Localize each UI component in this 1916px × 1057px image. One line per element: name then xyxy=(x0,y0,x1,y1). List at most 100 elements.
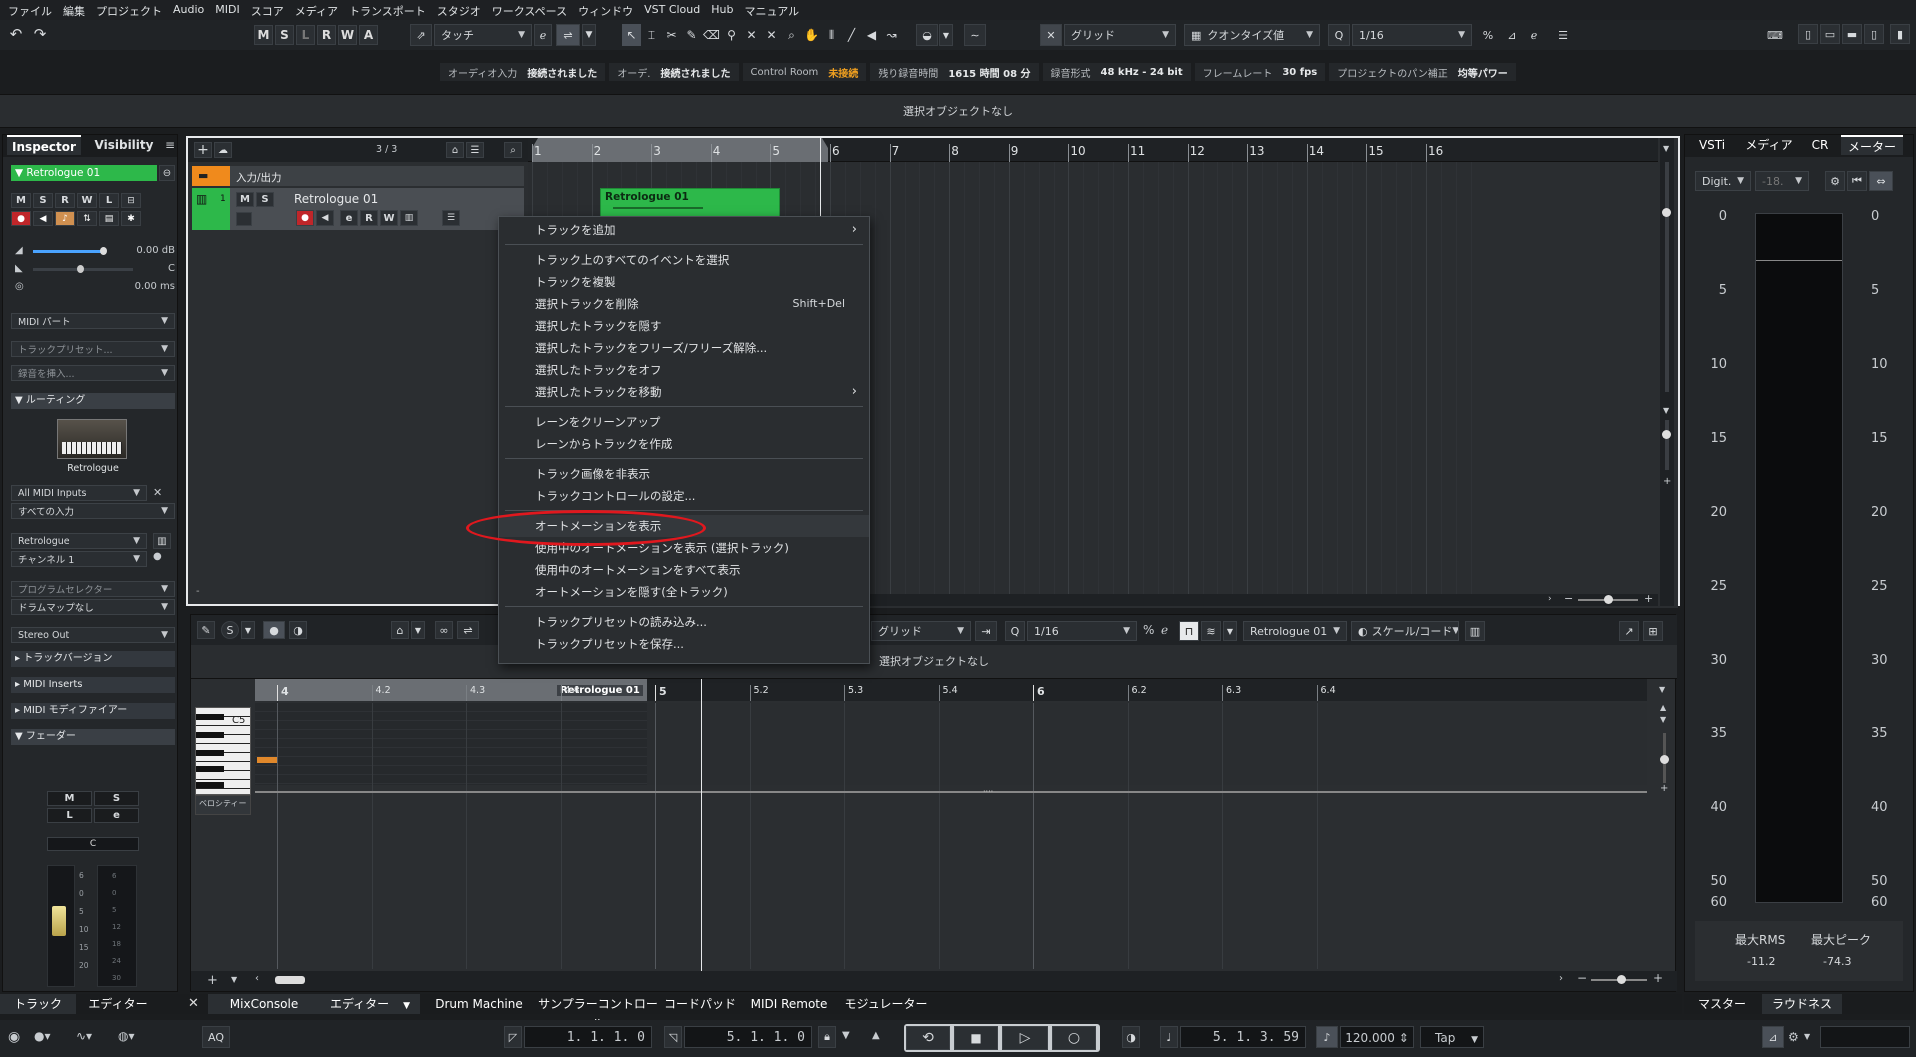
midi-thru-icon[interactable]: ✕ xyxy=(153,486,162,499)
editor-track-dropdown[interactable]: Retrologue 01 ▼ xyxy=(1243,621,1347,641)
zoom-in-horizontal-icon[interactable]: + xyxy=(1644,592,1653,605)
snap-type-dropdown[interactable]: グリッド ▼ xyxy=(1064,24,1176,46)
editor-playhead[interactable] xyxy=(701,679,702,971)
audio-mode-icon[interactable]: ∿▾ xyxy=(76,1029,92,1043)
record-enable-button[interactable]: ● xyxy=(296,210,314,226)
editor-keyboard-icon[interactable]: ▥ xyxy=(1465,621,1485,641)
menu-item-8[interactable]: スタジオ xyxy=(437,3,492,19)
tempo-display[interactable]: 120.000 ⇕ xyxy=(1340,1026,1414,1048)
menu-item-11[interactable]: VST Cloud xyxy=(644,3,711,19)
menu-item-1[interactable]: 編集 xyxy=(63,3,96,19)
instrument-thumbnail[interactable] xyxy=(57,419,127,459)
auto-fades-icon[interactable]: ∼ xyxy=(964,24,986,46)
fader-pan-knob[interactable]: C xyxy=(47,837,139,851)
acoustic-feedback-icon[interactable]: ◑ xyxy=(289,621,307,639)
meter-settings-icon[interactable]: ⚙ xyxy=(1825,171,1845,191)
editor-quantize-icon[interactable]: Q xyxy=(1005,621,1025,641)
lower-zone-tab-6[interactable]: モジュレーター xyxy=(836,994,936,1014)
inspector-l-button[interactable]: L xyxy=(99,193,119,208)
snap-toggle-button[interactable]: ✕ xyxy=(1040,24,1062,46)
editor-quantize-dropdown[interactable]: 1/16 ▼ xyxy=(1027,621,1137,641)
stereo-out-dropdown[interactable]: Stereo Out ▼ xyxy=(11,627,175,643)
editor-scroll-right-icon[interactable]: › xyxy=(1559,973,1563,984)
menu-item-2[interactable]: プロジェクト xyxy=(96,3,173,19)
right-locator-icon[interactable]: ◹ xyxy=(664,1026,682,1048)
inspector-w-button[interactable]: W xyxy=(77,193,97,208)
editor-ruler[interactable]: Retrologue 01 4 4.2 4.3 4.4 5 5.2 5.3 5.4 6 6.2 6.… xyxy=(255,679,1647,701)
tab-left-editor[interactable]: エディター xyxy=(78,994,158,1014)
record-button[interactable]: ○ xyxy=(1052,1026,1096,1050)
tap-tempo-button[interactable]: Tap ▼ xyxy=(1420,1026,1484,1048)
context-menu-item-14[interactable]: トラックコントロールの設定... xyxy=(499,485,869,507)
menu-item-13[interactable]: マニュアル xyxy=(744,3,810,19)
inspector-list-icon[interactable]: ▤ xyxy=(99,211,119,226)
inspector-track-header[interactable]: ▼ Retrologue 01 xyxy=(11,165,157,181)
lower-zone-tab-4[interactable]: コードパッド xyxy=(658,994,742,1014)
status-item-4[interactable]: 録音形式 48 kHz - 24 bit xyxy=(1042,63,1191,81)
global-state-button-r[interactable]: R xyxy=(317,25,336,45)
glue-tool-icon[interactable]: ⚲ xyxy=(722,24,741,46)
scale-layers-dropdown[interactable]: ▼ xyxy=(1223,621,1237,641)
tab-right-1[interactable]: メディア xyxy=(1739,135,1799,155)
lane-divider-handle[interactable]: ···· xyxy=(983,787,1005,796)
editor-vzoom-in-icon[interactable]: + xyxy=(1660,783,1668,794)
global-state-button-l[interactable]: L xyxy=(296,25,315,45)
metronome-settings-icon[interactable]: ⚙ xyxy=(1788,1030,1799,1044)
tab-visibility[interactable]: Visibility xyxy=(85,135,163,155)
layout-left-icon[interactable]: ▯ xyxy=(1798,24,1818,44)
editor-vzoom-handle[interactable] xyxy=(1660,755,1669,764)
section-fader[interactable]: ▼ フェーダー xyxy=(11,729,175,745)
track-edit-button[interactable]: e xyxy=(340,210,358,226)
inspector-read-icon[interactable]: ⊟ xyxy=(121,193,141,208)
zoom-vertical-handle[interactable] xyxy=(1662,430,1671,439)
fader-l-button[interactable]: L xyxy=(47,808,92,823)
e-button[interactable]: ℯ xyxy=(534,24,552,46)
fader-s-button[interactable]: S xyxy=(94,791,139,806)
menu-item-0[interactable]: ファイル xyxy=(8,3,63,19)
status-item-0[interactable]: オーディオ入力 接続されました xyxy=(440,63,606,81)
tab-master[interactable]: マスター xyxy=(1684,994,1760,1014)
insert-record-dropdown[interactable]: 録音を挿入... ▼ xyxy=(11,365,175,381)
show-info-dropdown[interactable]: ▼ xyxy=(411,621,425,639)
zoom-tool-icon[interactable]: ⌕ xyxy=(782,24,801,46)
delay-value[interactable]: 0.00 ms xyxy=(135,281,175,292)
pan-slider-handle[interactable] xyxy=(77,265,84,273)
zoom-vertical-slider[interactable] xyxy=(1665,420,1669,470)
add-track-from-preset-icon[interactable]: ☁ xyxy=(214,142,232,158)
pan-value[interactable]: C xyxy=(168,263,175,274)
output-dropdown[interactable]: Retrologue ▼ xyxy=(11,533,147,549)
input-all-dropdown[interactable]: すべての入力 ▼ xyxy=(11,503,175,519)
menu-item-9[interactable]: ワークスペース xyxy=(492,3,578,19)
cycle-button[interactable]: ⟲ xyxy=(906,1026,950,1050)
context-menu-item-22[interactable]: トラックプリセットを保存... xyxy=(499,633,869,655)
context-menu-item-13[interactable]: トラック画像を非表示 xyxy=(499,463,869,485)
visibility-agents-icon[interactable]: ⌂ xyxy=(446,142,464,158)
midi-part-dropdown[interactable]: MIDI パート ▼ xyxy=(11,313,175,329)
status-item-5[interactable]: フレームレート 30 fps xyxy=(1194,63,1326,81)
editor-zoom-in-icon[interactable]: + xyxy=(1653,971,1663,985)
e-quantize-icon[interactable]: ℯ xyxy=(1524,24,1544,46)
warp-tool-icon[interactable]: ↝ xyxy=(882,24,901,46)
inspector-menu-icon[interactable]: ≡ xyxy=(165,138,175,152)
status-item-3[interactable]: 残り録音時間 1615 時間 08 分 xyxy=(870,63,1039,81)
piano-keyboard[interactable]: C5 xyxy=(195,707,251,795)
inspector-record-icon[interactable]: ● xyxy=(11,211,31,226)
zoom-in-vertical-icon[interactable]: + xyxy=(1663,476,1671,487)
aq-button[interactable]: AQ xyxy=(202,1026,230,1048)
inspector-monitor-icon[interactable]: ◀ xyxy=(33,211,53,226)
transport-extra-field[interactable] xyxy=(1820,1026,1910,1048)
metronome-icon[interactable]: ⊿ xyxy=(1762,1026,1784,1048)
fader-track[interactable] xyxy=(47,865,75,987)
automation-mode-dropdown[interactable]: タッチ ▼ xyxy=(434,24,532,46)
channel-settings-icon[interactable]: ● xyxy=(153,551,162,562)
folder-track[interactable]: ▬ 入力/出力 xyxy=(192,166,524,186)
comp-tool-icon[interactable]: ⫴ xyxy=(822,24,841,46)
link-icon[interactable]: ∞ xyxy=(435,621,453,639)
context-menu-item-2[interactable]: トラック上のすべてのイベントを選択 xyxy=(499,249,869,271)
track-s-button[interactable]: S xyxy=(256,192,274,207)
track-list-minus[interactable]: - xyxy=(196,586,200,597)
velocity-lane-label[interactable]: ベロシティー xyxy=(195,795,251,815)
vertical-scrollbar[interactable] xyxy=(1665,162,1669,392)
editor-settings-icon[interactable]: ⊞ xyxy=(1643,621,1663,641)
metronome-mode-icon[interactable]: ◍▾ xyxy=(118,1029,135,1043)
